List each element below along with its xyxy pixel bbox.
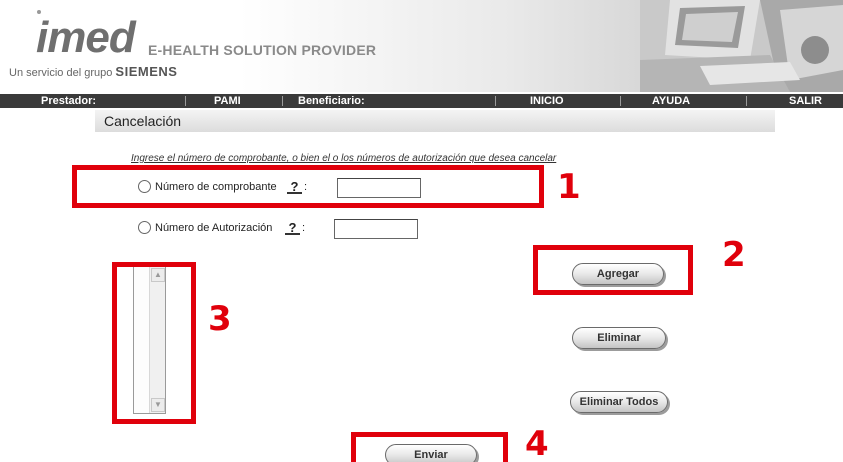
annotation-number-3: 3 — [208, 299, 232, 339]
nav-pami[interactable]: PAMI — [214, 94, 241, 108]
nav-separator — [185, 96, 186, 106]
autorizacion-radio[interactable] — [138, 221, 151, 234]
logo-text: imed — [36, 13, 136, 62]
eliminar-todos-button[interactable]: Eliminar Todos — [570, 391, 668, 413]
nav-separator — [495, 96, 496, 106]
header: imed E-HEALTH SOLUTION PROVIDER Un servi… — [0, 0, 843, 92]
header-subline: Un servicio del grupo SIEMENS — [9, 64, 177, 79]
highlight-box-4 — [351, 432, 508, 462]
autorizacion-colon: : — [302, 222, 306, 234]
nav-prestador-label: Prestador: — [41, 95, 97, 107]
highlight-box-1 — [72, 165, 544, 208]
nav-beneficiario-label: Beneficiario: — [298, 95, 365, 107]
header-photo-collage — [640, 0, 843, 92]
nav-inicio-link[interactable]: INICIO — [530, 94, 564, 108]
subline-prefix: Un servicio del grupo — [9, 67, 113, 79]
header-tagline: E-HEALTH SOLUTION PROVIDER — [148, 42, 377, 58]
page-title: Cancelación — [104, 113, 182, 129]
autorizacion-label: Número de Autorización — [155, 222, 273, 234]
highlight-box-3 — [112, 262, 196, 424]
autorizacion-input[interactable] — [334, 219, 418, 239]
eliminar-button[interactable]: Eliminar — [572, 327, 666, 349]
annotation-number-2: 2 — [722, 235, 746, 275]
subline-brand: SIEMENS — [115, 64, 178, 79]
instructions-text: Ingrese el número de comprobante, o bien… — [131, 153, 557, 164]
nav-salir-link[interactable]: SALIR — [789, 94, 822, 108]
highlight-box-2 — [533, 245, 693, 295]
autorizacion-help-icon[interactable]: ? — [285, 221, 300, 235]
annotation-number-4: 4 — [525, 424, 549, 462]
nav-ayuda-link[interactable]: AYUDA — [652, 94, 690, 108]
nav-separator — [620, 96, 621, 106]
nav-separator — [282, 96, 283, 106]
title-bar: Cancelación — [95, 110, 775, 132]
nav-bar: Prestador: PAMI Beneficiario: INICIO AYU… — [0, 94, 843, 108]
nav-separator — [746, 96, 747, 106]
annotation-number-1: 1 — [557, 167, 581, 207]
